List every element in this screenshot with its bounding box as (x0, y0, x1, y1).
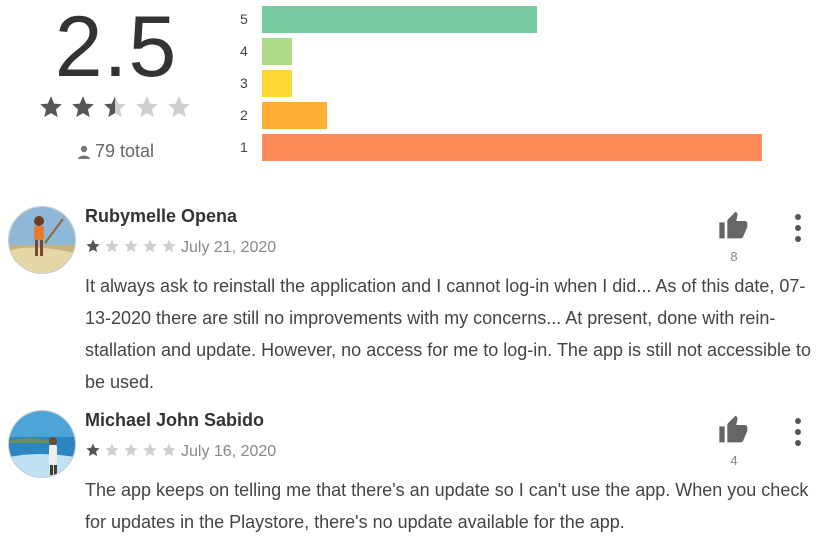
thumbs-up-icon (719, 211, 748, 239)
average-score: 2.5 (54, 0, 178, 95)
star-icon (124, 239, 138, 253)
star-icon (136, 96, 158, 117)
more-options-button[interactable] (787, 418, 809, 446)
total-count: 79 total (95, 141, 155, 161)
star-icon (168, 96, 190, 117)
helpful-count: 8 (730, 249, 738, 264)
histogram-row-4: 4 (236, 37, 826, 65)
histogram-bar (262, 101, 327, 129)
rating-summary: 2.5 79 total (0, 0, 240, 170)
helpful-button[interactable]: 8 (716, 210, 752, 264)
star-icon (143, 443, 157, 457)
helpful-count: 4 (730, 453, 738, 468)
avatar (8, 410, 76, 478)
helpful-button[interactable]: 4 (716, 414, 752, 468)
total-ratings: 79 total (76, 141, 154, 162)
star-icon (162, 239, 176, 253)
star-icon (105, 443, 119, 457)
histogram-row-3: 3 (236, 69, 826, 97)
star-icon (143, 239, 157, 253)
star-icon (124, 443, 138, 457)
review-text: It always ask to reinstall the applicati… (85, 276, 812, 392)
review-stars (85, 238, 177, 254)
rating-histogram: 5 4 3 2 1 (236, 0, 826, 165)
star-icon (86, 443, 100, 457)
star-icon (72, 96, 94, 117)
histogram-bar (262, 5, 537, 33)
histogram-row-2: 2 (236, 101, 826, 129)
histogram-bar (262, 133, 762, 161)
more-options-button[interactable] (787, 214, 809, 242)
star-icon (162, 443, 176, 457)
histogram-bar (262, 37, 292, 65)
histogram-bar (262, 69, 292, 97)
star-icon (105, 239, 119, 253)
reviewer-name: Rubymelle Opena (85, 206, 238, 226)
thumbs-up-icon (719, 415, 748, 443)
person-icon (78, 145, 90, 159)
review-date: July 21, 2020 (181, 239, 277, 256)
average-stars (38, 94, 192, 120)
review-stars (85, 442, 177, 458)
histogram-row-5: 5 (236, 5, 826, 33)
star-icon (40, 96, 62, 117)
avatar (8, 206, 76, 274)
review-date: July 16, 2020 (181, 443, 277, 460)
histogram-row-1: 1 (236, 133, 826, 161)
reviewer-name: Michael John Sabido (85, 410, 265, 430)
star-icon (86, 239, 100, 253)
star-icon (104, 96, 126, 117)
review-text: The app keeps on telling me that there's… (85, 480, 809, 532)
